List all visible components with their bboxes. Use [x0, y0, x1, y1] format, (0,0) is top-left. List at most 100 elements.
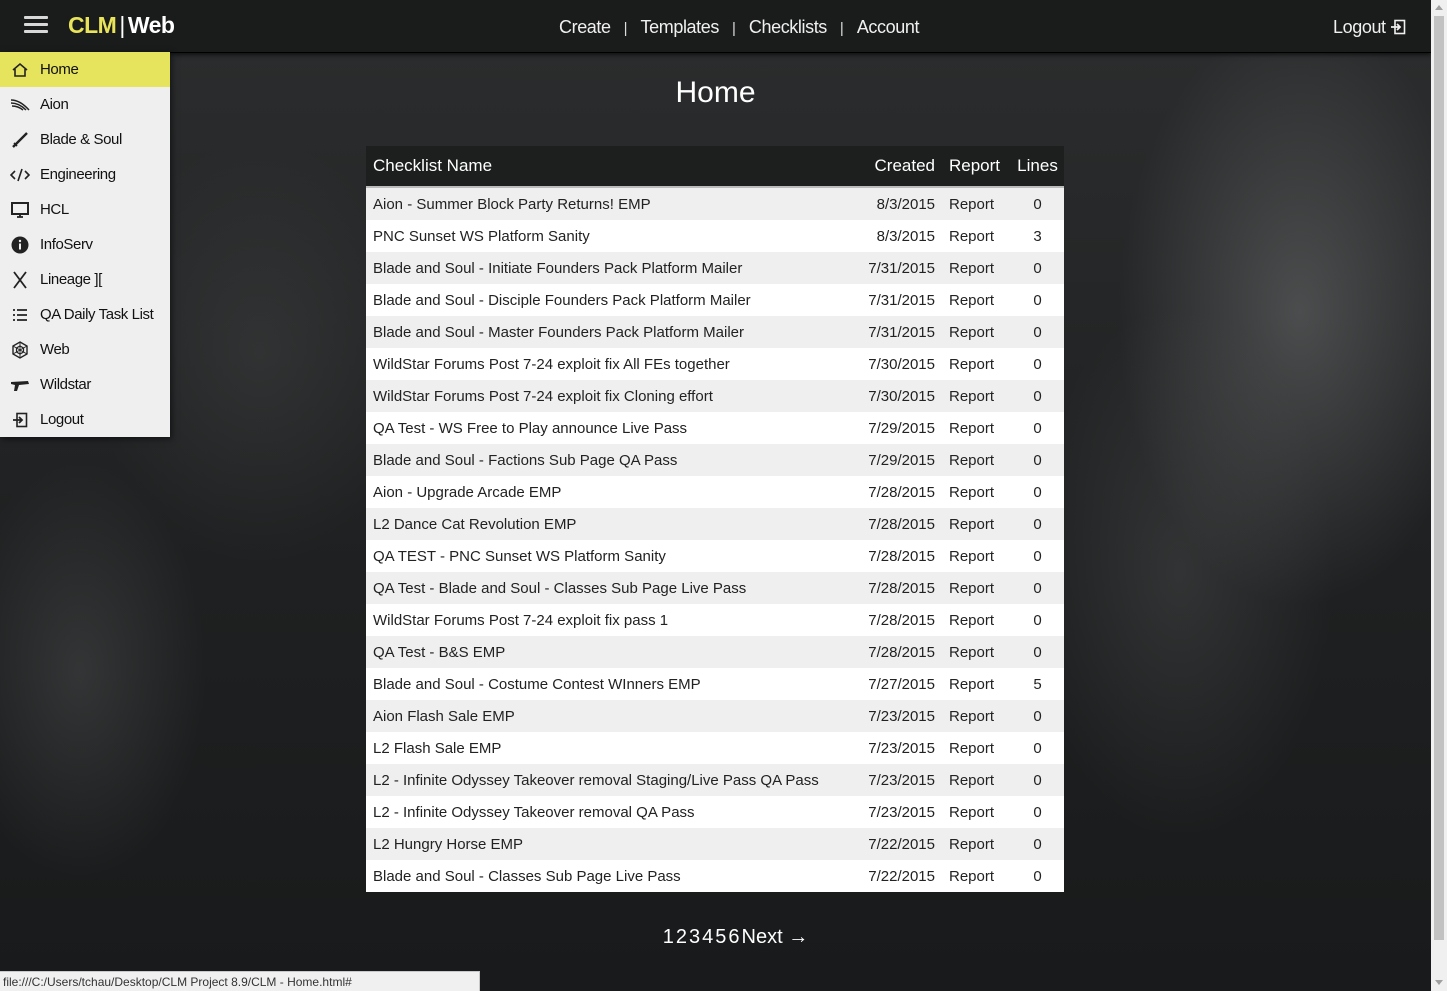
report-link[interactable]: Report — [949, 228, 994, 245]
table-row[interactable]: Blade and Soul - Classes Sub Page Live P… — [366, 860, 1064, 892]
report-cell[interactable]: Report — [943, 828, 1011, 860]
checklist-link[interactable]: L2 - Infinite Odyssey Takeover removal Q… — [373, 804, 695, 821]
checklist-link[interactable]: L2 - Infinite Odyssey Takeover removal S… — [373, 772, 819, 789]
report-cell[interactable]: Report — [943, 476, 1011, 508]
report-link[interactable]: Report — [949, 196, 994, 213]
report-cell[interactable]: Report — [943, 668, 1011, 700]
checklist-name-cell[interactable]: Blade and Soul - Disciple Founders Pack … — [366, 284, 850, 316]
checklist-link[interactable]: Blade and Soul - Costume Contest WInners… — [373, 676, 701, 693]
checklist-name-cell[interactable]: QA Test - B&S EMP — [366, 636, 850, 668]
checklist-link[interactable]: L2 Flash Sale EMP — [373, 740, 501, 757]
checklist-link[interactable]: Blade and Soul - Disciple Founders Pack … — [373, 292, 751, 309]
checklist-link[interactable]: QA Test - B&S EMP — [373, 644, 505, 661]
table-row[interactable]: Blade and Soul - Factions Sub Page QA Pa… — [366, 444, 1064, 476]
report-cell[interactable]: Report — [943, 348, 1011, 380]
checklist-name-cell[interactable]: Blade and Soul - Costume Contest WInners… — [366, 668, 850, 700]
header-created[interactable]: Created — [850, 146, 943, 188]
checklist-link[interactable]: Blade and Soul - Factions Sub Page QA Pa… — [373, 452, 677, 469]
nav-templates[interactable]: Templates — [641, 17, 720, 37]
checklist-link[interactable]: Blade and Soul - Classes Sub Page Live P… — [373, 868, 681, 885]
report-link[interactable]: Report — [949, 676, 994, 693]
report-cell[interactable]: Report — [943, 540, 1011, 572]
table-row[interactable]: QA Test - WS Free to Play announce Live … — [366, 412, 1064, 444]
checklist-name-cell[interactable]: WildStar Forums Post 7-24 exploit fix pa… — [366, 604, 850, 636]
checklist-link[interactable]: WildStar Forums Post 7-24 exploit fix Al… — [373, 356, 730, 373]
report-cell[interactable]: Report — [943, 220, 1011, 252]
report-cell[interactable]: Report — [943, 412, 1011, 444]
report-link[interactable]: Report — [949, 804, 994, 821]
table-row[interactable]: L2 Dance Cat Revolution EMP 7/28/2015 Repo… — [366, 508, 1064, 540]
checklist-name-cell[interactable]: L2 - Infinite Odyssey Takeover removal Q… — [366, 796, 850, 828]
table-row[interactable]: WildStar Forums Post 7-24 exploit fix Al… — [366, 348, 1064, 380]
page-link-2[interactable]: 2 — [676, 926, 687, 948]
page-link-6[interactable]: 6 — [728, 926, 739, 948]
sidebar-item-engineering[interactable]: Engineering — [0, 157, 170, 192]
checklist-name-cell[interactable]: QA Test - WS Free to Play announce Live … — [366, 412, 850, 444]
report-link[interactable]: Report — [949, 644, 994, 661]
report-link[interactable]: Report — [949, 580, 994, 597]
table-row[interactable]: L2 - Infinite Odyssey Takeover removal Q… — [366, 796, 1064, 828]
table-row[interactable]: L2 Hungry Horse EMP 7/22/2015 Report 0 — [366, 828, 1064, 860]
nav-create[interactable]: Create — [559, 17, 611, 37]
report-cell[interactable]: Report — [943, 252, 1011, 284]
sidebar-item-hcl[interactable]: HCL — [0, 192, 170, 227]
nav-account[interactable]: Account — [857, 17, 920, 37]
report-cell[interactable]: Report — [943, 508, 1011, 540]
table-row[interactable]: Blade and Soul - Initiate Founders Pack … — [366, 252, 1064, 284]
scroll-thumb[interactable] — [1434, 16, 1444, 940]
page-link-3[interactable]: 3 — [689, 926, 700, 948]
table-row[interactable]: QA TEST - PNC Sunset WS Platform Sanity 7… — [366, 540, 1064, 572]
hamburger-menu-icon[interactable] — [24, 16, 48, 36]
report-cell[interactable]: Report — [943, 732, 1011, 764]
checklist-link[interactable]: Blade and Soul - Master Founders Pack Pl… — [373, 324, 744, 341]
report-link[interactable]: Report — [949, 292, 994, 309]
report-cell[interactable]: Report — [943, 604, 1011, 636]
checklist-name-cell[interactable]: Blade and Soul - Initiate Founders Pack … — [366, 252, 850, 284]
checklist-link[interactable]: Aion - Upgrade Arcade EMP — [373, 484, 561, 501]
report-link[interactable]: Report — [949, 324, 994, 341]
report-link[interactable]: Report — [949, 356, 994, 373]
checklist-name-cell[interactable]: L2 - Infinite Odyssey Takeover removal S… — [366, 764, 850, 796]
sidebar-item-qa-daily[interactable]: QA Daily Task List — [0, 297, 170, 332]
checklist-link[interactable]: Blade and Soul - Initiate Founders Pack … — [373, 260, 742, 277]
checklist-name-cell[interactable]: WildStar Forums Post 7-24 exploit fix Cl… — [366, 380, 850, 412]
checklist-name-cell[interactable]: Aion - Summer Block Party Returns! EMP — [366, 187, 850, 220]
report-link[interactable]: Report — [949, 452, 994, 469]
report-link[interactable]: Report — [949, 836, 994, 853]
checklist-link[interactable]: L2 Dance Cat Revolution EMP — [373, 516, 576, 533]
report-cell[interactable]: Report — [943, 380, 1011, 412]
next-page-link[interactable]: Next → — [742, 926, 809, 948]
report-link[interactable]: Report — [949, 868, 994, 885]
header-checklist-name[interactable]: Checklist Name — [366, 146, 850, 188]
table-row[interactable]: Aion - Summer Block Party Returns! EMP 8/… — [366, 187, 1064, 220]
report-link[interactable]: Report — [949, 708, 994, 725]
report-cell[interactable]: Report — [943, 860, 1011, 892]
report-cell[interactable]: Report — [943, 636, 1011, 668]
table-row[interactable]: QA Test - B&S EMP 7/28/2015 Report 0 — [366, 636, 1064, 668]
table-row[interactable]: PNC Sunset WS Platform Sanity 8/3/2015 Rep… — [366, 220, 1064, 252]
checklist-name-cell[interactable]: PNC Sunset WS Platform Sanity — [366, 220, 850, 252]
checklist-name-cell[interactable]: WildStar Forums Post 7-24 exploit fix Al… — [366, 348, 850, 380]
page-link-1[interactable]: 1 — [663, 926, 674, 948]
checklist-link[interactable]: WildStar Forums Post 7-24 exploit fix Cl… — [373, 388, 713, 405]
report-link[interactable]: Report — [949, 388, 994, 405]
checklist-name-cell[interactable]: QA Test - Blade and Soul - Classes Sub P… — [366, 572, 850, 604]
logout-button[interactable]: Logout — [1333, 17, 1406, 38]
sidebar-item-wildstar[interactable]: Wildstar — [0, 367, 170, 402]
sidebar-item-logout[interactable]: Logout — [0, 402, 170, 437]
sidebar-item-blade-soul[interactable]: Blade & Soul — [0, 122, 170, 157]
checklist-name-cell[interactable]: Blade and Soul - Classes Sub Page Live P… — [366, 860, 850, 892]
report-cell[interactable]: Report — [943, 764, 1011, 796]
report-cell[interactable]: Report — [943, 572, 1011, 604]
page-link-5[interactable]: 5 — [715, 926, 726, 948]
report-link[interactable]: Report — [949, 260, 994, 277]
header-lines[interactable]: Lines — [1011, 146, 1064, 188]
sidebar-item-infoserv[interactable]: InfoServ — [0, 227, 170, 262]
checklist-link[interactable]: Aion Flash Sale EMP — [373, 708, 515, 725]
checklist-name-cell[interactable]: Blade and Soul - Master Founders Pack Pl… — [366, 316, 850, 348]
report-link[interactable]: Report — [949, 484, 994, 501]
report-link[interactable]: Report — [949, 612, 994, 629]
checklist-name-cell[interactable]: QA TEST - PNC Sunset WS Platform Sanity — [366, 540, 850, 572]
report-cell[interactable]: Report — [943, 284, 1011, 316]
report-cell[interactable]: Report — [943, 187, 1011, 220]
